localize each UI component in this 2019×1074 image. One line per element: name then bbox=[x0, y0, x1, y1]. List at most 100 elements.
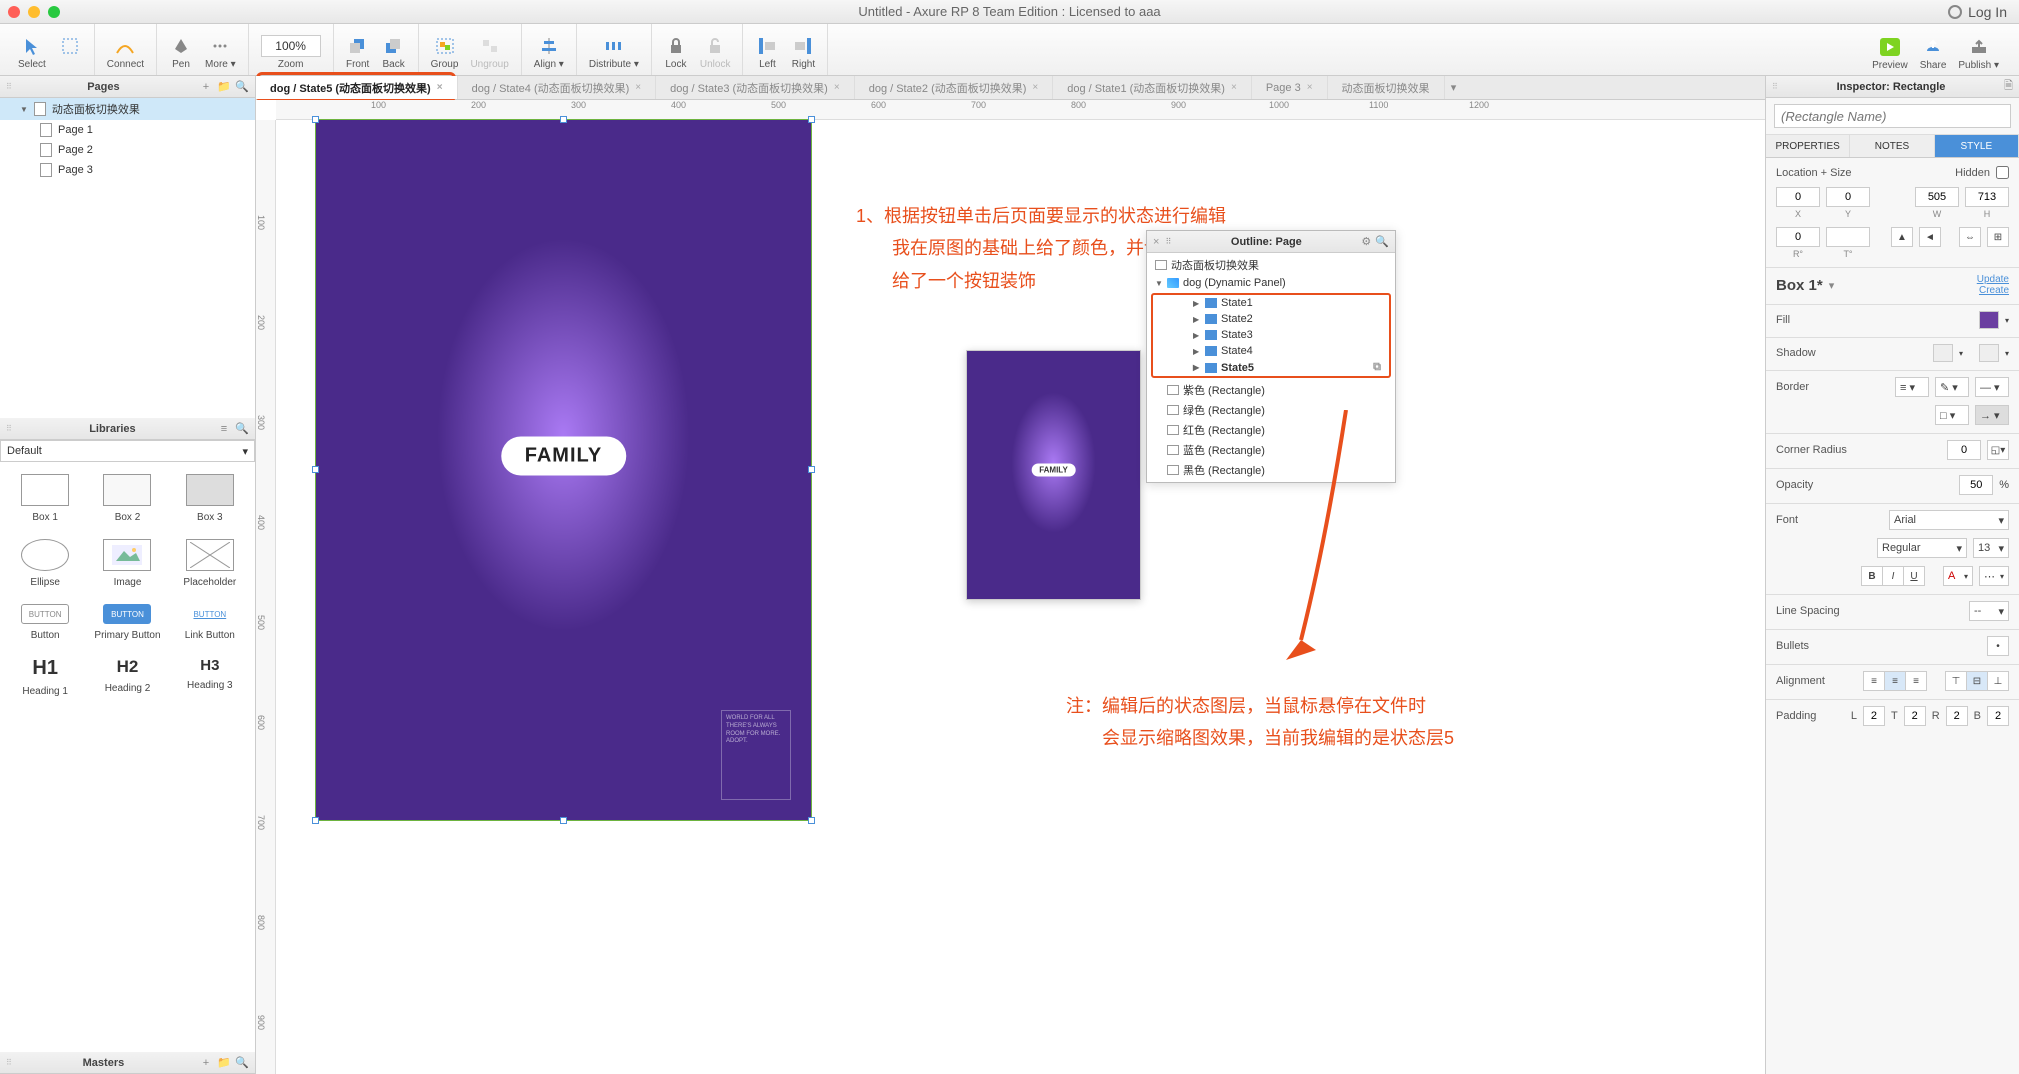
valign-middle[interactable]: ⊟ bbox=[1966, 671, 1988, 691]
outline-rect-red[interactable]: 红色 (Rectangle) bbox=[1147, 420, 1395, 440]
library-menu-icon[interactable]: ≡ bbox=[217, 422, 231, 436]
widget-box3[interactable]: Box 3 bbox=[173, 470, 247, 527]
arrow-style[interactable]: → ▾ bbox=[1975, 405, 2009, 425]
close-icon[interactable]: × bbox=[834, 82, 840, 93]
close-icon[interactable]: × bbox=[437, 82, 443, 93]
notes-icon[interactable]: 🗎 bbox=[2004, 77, 2013, 96]
tab-overflow[interactable]: ▾ bbox=[1445, 76, 1463, 99]
outline-state5[interactable]: ▶State5⧉ bbox=[1153, 359, 1389, 376]
align-center[interactable]: ≡ bbox=[1884, 671, 1906, 691]
add-page-icon[interactable]: + bbox=[199, 80, 213, 94]
pad-left[interactable] bbox=[1863, 706, 1885, 726]
select-tool[interactable]: Select bbox=[12, 26, 52, 72]
outline-dynamic-panel[interactable]: ▼dog (Dynamic Panel) bbox=[1147, 275, 1395, 291]
outline-rect-blue[interactable]: 蓝色 (Rectangle) bbox=[1147, 440, 1395, 460]
tab-page3[interactable]: Page 3× bbox=[1252, 76, 1328, 99]
filter-icon[interactable]: ⚙ bbox=[1361, 235, 1371, 248]
tab-state5[interactable]: dog / State5 (动态面板切换效果)× bbox=[256, 76, 458, 99]
close-window[interactable] bbox=[8, 6, 20, 18]
connect-tool[interactable]: Connect bbox=[101, 26, 150, 72]
text-rotation-input[interactable] bbox=[1826, 227, 1870, 247]
minimize-window[interactable] bbox=[28, 6, 40, 18]
fill-color-swatch[interactable] bbox=[1979, 311, 1999, 329]
font-weight-select[interactable]: Regular▾ bbox=[1877, 538, 1967, 558]
underline-btn[interactable]: U bbox=[1903, 566, 1925, 586]
pad-top[interactable] bbox=[1904, 706, 1926, 726]
more-tools[interactable]: More ▾ bbox=[199, 26, 242, 72]
bring-front[interactable]: Front bbox=[340, 26, 376, 72]
add-folder-icon[interactable]: 📁 bbox=[217, 1056, 231, 1070]
close-icon[interactable]: × bbox=[1153, 236, 1159, 248]
corner-radius-input[interactable] bbox=[1947, 440, 1981, 460]
border-width[interactable]: ≡ ▾ bbox=[1895, 377, 1929, 397]
family-button[interactable]: FAMILY bbox=[501, 437, 627, 476]
tab-notes[interactable]: NOTES bbox=[1850, 135, 1934, 157]
outline-panel[interactable]: × ⠿ Outline: Page ⚙ 🔍 动态面板切换效果 ▼dog (Dyn… bbox=[1146, 230, 1396, 483]
flip-h-icon[interactable]: ▲ bbox=[1891, 227, 1913, 247]
tab-state2[interactable]: dog / State2 (动态面板切换效果)× bbox=[855, 76, 1054, 99]
widget-h3[interactable]: H3Heading 3 bbox=[173, 653, 247, 701]
italic-btn[interactable]: I bbox=[1882, 566, 1904, 586]
widget-box1[interactable]: Box 1 bbox=[8, 470, 82, 527]
unlock-btn[interactable]: Unlock bbox=[694, 26, 737, 72]
design-stage[interactable]: FAMILY WORLD FOR ALL THERE'S ALWAYS ROOM… bbox=[276, 120, 1765, 1074]
align-right-btn[interactable]: Right bbox=[785, 26, 821, 72]
font-extra[interactable]: ⋯▾ bbox=[1979, 566, 2009, 586]
canvas[interactable]: 100 200 300 400 500 600 700 800 900 1000… bbox=[256, 100, 1765, 1074]
send-back[interactable]: Back bbox=[376, 26, 412, 72]
share-btn[interactable]: Share bbox=[1914, 27, 1953, 73]
tab-style[interactable]: STYLE bbox=[1935, 135, 2019, 157]
page-item[interactable]: Page 3 bbox=[0, 160, 255, 180]
align-left-btn[interactable]: Left bbox=[749, 26, 785, 72]
outline-state4[interactable]: ▶State4 bbox=[1153, 343, 1389, 359]
border-style[interactable]: — ▾ bbox=[1975, 377, 2009, 397]
add-folder-icon[interactable]: 📁 bbox=[217, 80, 231, 94]
duplicate-icon[interactable]: ⧉ bbox=[1373, 361, 1381, 374]
w-input[interactable] bbox=[1915, 187, 1959, 207]
zoom-control[interactable]: 100%Zoom bbox=[255, 26, 327, 72]
tab-state4[interactable]: dog / State4 (动态面板切换效果)× bbox=[458, 76, 657, 99]
font-size-select[interactable]: 13▾ bbox=[1973, 538, 2009, 558]
add-master-icon[interactable]: + bbox=[199, 1056, 213, 1070]
align-right[interactable]: ≡ bbox=[1905, 671, 1927, 691]
maximize-window[interactable] bbox=[48, 6, 60, 18]
widget-box2[interactable]: Box 2 bbox=[90, 470, 164, 527]
group-btn[interactable]: Group bbox=[425, 26, 465, 72]
search-icon[interactable]: 🔍 bbox=[235, 422, 249, 436]
page-item-root[interactable]: ▼动态面板切换效果 bbox=[0, 98, 255, 120]
search-icon[interactable]: 🔍 bbox=[235, 80, 249, 94]
valign-bottom[interactable]: ⊥ bbox=[1987, 671, 2009, 691]
update-style-link[interactable]: Update bbox=[1977, 274, 2009, 285]
distribute-menu[interactable]: Distribute ▾ bbox=[583, 26, 645, 72]
widget-name-input[interactable] bbox=[1774, 104, 2011, 128]
tab-main[interactable]: 动态面板切换效果 bbox=[1328, 76, 1445, 99]
page-item[interactable]: Page 2 bbox=[0, 140, 255, 160]
font-color[interactable]: A▾ bbox=[1943, 566, 1973, 586]
outline-state3[interactable]: ▶State3 bbox=[1153, 327, 1389, 343]
close-icon[interactable]: × bbox=[1231, 82, 1237, 93]
outline-rect-green[interactable]: 绿色 (Rectangle) bbox=[1147, 400, 1395, 420]
outline-rect-black[interactable]: 黑色 (Rectangle) bbox=[1147, 460, 1395, 480]
corner-visibility[interactable]: ◱▾ bbox=[1987, 440, 2009, 460]
tab-properties[interactable]: PROPERTIES bbox=[1766, 135, 1850, 157]
search-icon[interactable]: 🔍 bbox=[1375, 235, 1389, 248]
y-input[interactable] bbox=[1826, 187, 1870, 207]
border-color[interactable]: ✎ ▾ bbox=[1935, 377, 1969, 397]
outer-shadow[interactable] bbox=[1933, 344, 1953, 362]
widget-image[interactable]: Image bbox=[90, 535, 164, 592]
hidden-checkbox[interactable] bbox=[1996, 166, 2009, 179]
widget-ellipse[interactable]: Ellipse bbox=[8, 535, 82, 592]
select-more[interactable] bbox=[52, 26, 88, 72]
publish-btn[interactable]: Publish ▾ bbox=[1952, 27, 2005, 73]
outline-page[interactable]: 动态面板切换效果 bbox=[1147, 255, 1395, 275]
aspect-lock-icon[interactable]: ⇔ bbox=[1959, 227, 1981, 247]
page-item[interactable]: Page 1 bbox=[0, 120, 255, 140]
h-input[interactable] bbox=[1965, 187, 2009, 207]
pad-bottom[interactable] bbox=[1987, 706, 2009, 726]
font-family-select[interactable]: Arial▾ bbox=[1889, 510, 2009, 530]
tab-state1[interactable]: dog / State1 (动态面板切换效果)× bbox=[1053, 76, 1252, 99]
pen-tool[interactable]: Pen bbox=[163, 26, 199, 72]
library-selector[interactable]: Default▾ bbox=[0, 440, 255, 462]
widget-primary-button[interactable]: BUTTONPrimary Button bbox=[90, 600, 164, 645]
opacity-input[interactable] bbox=[1959, 475, 1993, 495]
